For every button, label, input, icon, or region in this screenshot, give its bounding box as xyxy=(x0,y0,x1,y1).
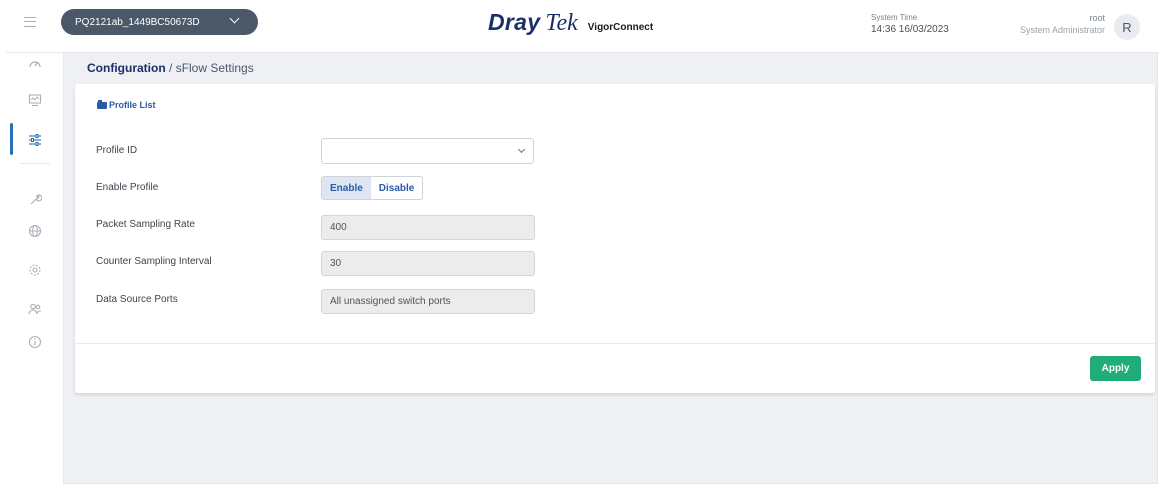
configuration-icon[interactable] xyxy=(28,133,42,147)
user-info: root System Administrator xyxy=(1020,12,1105,36)
sflow-settings-card: Profile List Profile ID Enable Profile E… xyxy=(75,84,1155,393)
apply-button[interactable]: Apply xyxy=(1090,356,1141,381)
breadcrumb: Configuration / sFlow Settings xyxy=(87,61,254,75)
breadcrumb-current: sFlow Settings xyxy=(175,61,254,75)
brand-product: VigorConnect xyxy=(587,22,654,33)
sidebar-divider xyxy=(20,163,50,164)
chevron-down-icon xyxy=(517,145,526,154)
chevron-down-icon xyxy=(229,13,240,24)
card-divider xyxy=(75,343,1155,344)
profile-id-label: Profile ID xyxy=(96,145,138,156)
enable-profile-toggle[interactable]: Enable Disable xyxy=(321,176,424,200)
card-title: Profile List xyxy=(97,99,156,110)
breadcrumb-section[interactable]: Configuration xyxy=(87,61,166,75)
users-icon[interactable] xyxy=(28,302,42,316)
brand-secondary: Tek xyxy=(545,10,578,36)
maintenance-icon[interactable] xyxy=(28,192,42,206)
brand-primary: Dray xyxy=(488,9,541,35)
counter-interval-field[interactable]: 30 xyxy=(321,251,535,276)
device-name: PQ2121ab_1449BC50673D xyxy=(75,16,200,28)
sampling-rate-label: Packet Sampling Rate xyxy=(96,219,195,230)
data-source-field[interactable]: All unassigned switch ports xyxy=(321,289,535,314)
user-role: System Administrator xyxy=(1019,25,1105,35)
system-time-value: 14:36 16/03/2023 xyxy=(871,24,949,35)
counter-interval-label: Counter Sampling Interval xyxy=(96,256,212,267)
hamburger-menu-icon[interactable] xyxy=(24,17,36,27)
dashboard-icon[interactable] xyxy=(28,57,42,71)
sidebar-active-indicator xyxy=(10,123,13,155)
device-selector[interactable]: PQ2121ab_1449BC50673D xyxy=(61,9,258,35)
disable-option[interactable]: Disable xyxy=(371,177,423,199)
system-time-label: System Time xyxy=(871,13,918,22)
monitor-icon[interactable] xyxy=(28,93,42,107)
data-source-label: Data Source Ports xyxy=(96,294,178,305)
avatar[interactable]: R xyxy=(1114,14,1140,40)
enable-profile-label: Enable Profile xyxy=(96,182,159,193)
folder-icon xyxy=(97,99,107,109)
info-icon[interactable] xyxy=(28,335,42,349)
network-icon[interactable] xyxy=(28,224,42,238)
settings-icon[interactable] xyxy=(28,263,42,277)
system-time: System Time 14:36 16/03/2023 xyxy=(871,13,949,36)
enable-option[interactable]: Enable xyxy=(322,177,371,199)
card-title-text: Profile List xyxy=(109,100,156,110)
profile-id-select[interactable] xyxy=(321,138,534,164)
user-name: root xyxy=(1089,13,1105,23)
sidebar xyxy=(6,53,64,484)
breadcrumb-separator: / xyxy=(169,61,173,75)
sampling-rate-field[interactable]: 400 xyxy=(321,215,535,240)
brand-logo: Dray Tek VigorConnect xyxy=(488,9,653,37)
